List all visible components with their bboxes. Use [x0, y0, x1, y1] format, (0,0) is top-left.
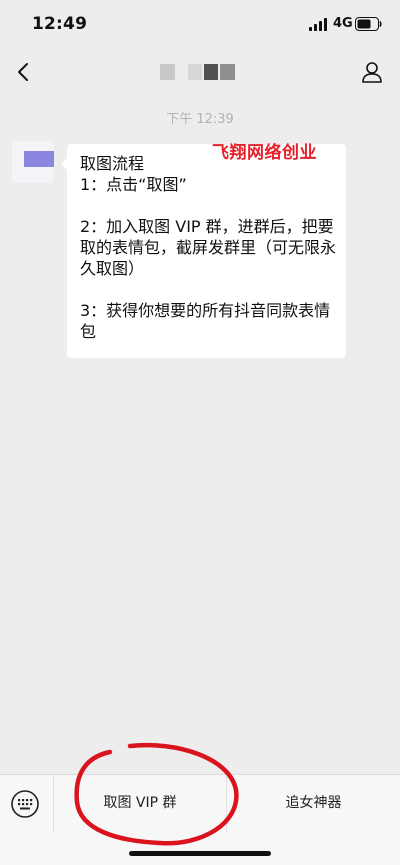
menu-item-goddess-tool[interactable]: 追女神器 — [227, 775, 400, 833]
menu-item-vip-group[interactable]: 取图 VIP 群 — [54, 775, 226, 833]
status-bar: 12:49 4G — [0, 0, 400, 48]
back-arrow-icon[interactable] — [14, 60, 34, 84]
status-time: 12:49 — [32, 14, 88, 34]
chat-area[interactable]: 下午 12:39 取图流程 1：点击“取图” 2：加入取图 VIP 群，进群后，… — [0, 98, 400, 774]
chat-header — [0, 48, 400, 98]
sender-avatar[interactable] — [12, 141, 54, 183]
battery-icon — [355, 17, 382, 31]
avatar-redacted — [24, 151, 54, 167]
keyboard-icon[interactable] — [10, 789, 40, 819]
watermark-text: 飞翔网络创业 — [212, 143, 317, 163]
contact-name-redacted — [160, 64, 236, 80]
message-bubble[interactable]: 取图流程 1：点击“取图” 2：加入取图 VIP 群，进群后，把要取的表情包，截… — [61, 144, 346, 358]
message-text: 取图流程 1：点击“取图” 2：加入取图 VIP 群，进群后，把要取的表情包，截… — [80, 154, 337, 341]
signal-icon — [309, 18, 327, 31]
network-label: 4G — [333, 16, 353, 31]
profile-icon[interactable] — [360, 60, 384, 84]
message-timestamp: 下午 12:39 — [166, 112, 234, 127]
home-indicator — [129, 851, 271, 856]
